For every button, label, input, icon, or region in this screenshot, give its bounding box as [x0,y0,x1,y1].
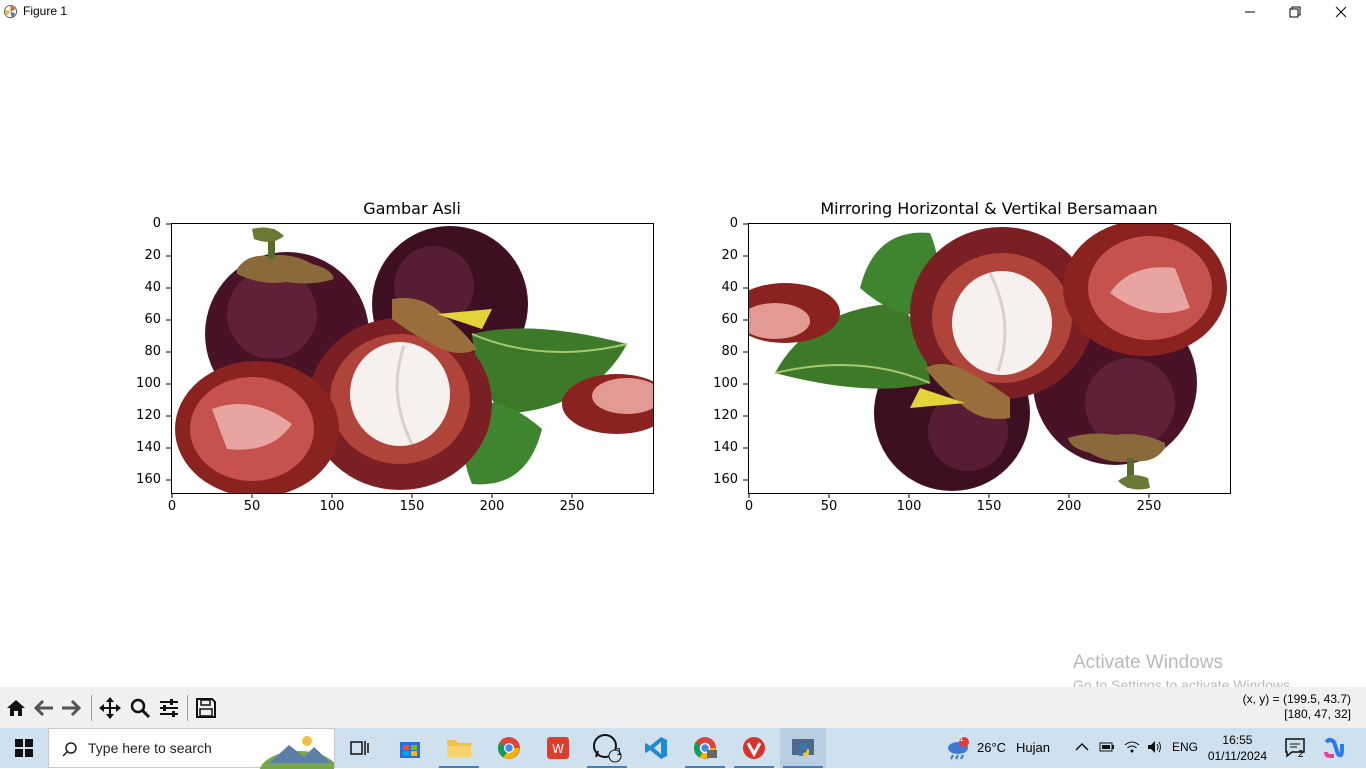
weather-rain-icon [948,737,969,760]
taskbar-file-explorer[interactable] [436,728,482,768]
chevron-up-icon[interactable] [1075,741,1089,753]
toolbar-separator [187,695,188,721]
taskbar-vivaldi[interactable] [731,728,777,768]
cursor-coordinates: (x, y) = (199.5, 43.7) [180, 47, 32] [1243,692,1351,722]
coord-pixel-value: [180, 47, 32] [1284,707,1351,721]
activate-windows-watermark: Activate Windows [1073,652,1223,673]
task-view-button[interactable] [337,728,383,768]
coord-xy: (x, y) = (199.5, 43.7) [1242,692,1351,706]
pan-button[interactable] [97,695,123,721]
notification-count: 2 [1298,749,1304,760]
wps-office-icon: W [547,737,569,759]
zoom-button[interactable] [127,695,153,721]
windows-logo-icon [15,739,33,757]
clock-date: 01/11/2024 [1207,749,1267,763]
taskbar-whatsapp[interactable]: 1 [584,728,630,768]
weather-condition: Hujan [1016,740,1050,755]
home-button[interactable] [3,695,29,721]
taskbar-python-active[interactable] [780,728,826,768]
chrome-profile-icon [694,737,717,759]
start-button[interactable] [0,728,48,768]
taskbar-chrome-profile[interactable] [682,728,728,768]
language-indicator[interactable]: ENG [1172,740,1198,754]
clock-time: 16:55 [1222,733,1253,747]
copilot-icon[interactable] [1322,736,1346,760]
weather-badge: 1 [959,734,964,743]
taskbar-clock[interactable]: 16:55 01/11/2024 [1208,732,1267,764]
search-placeholder: Type here to search [88,740,212,756]
pan-icon [99,697,121,719]
vscode-icon [645,737,667,759]
windows-taskbar: Type here to search W 1 1 26°C Hujan ENG… [0,728,1366,769]
toolbar-separator [91,695,92,721]
search-highlight-illustration-icon [259,736,334,769]
save-icon [196,698,216,718]
home-icon [7,700,25,716]
save-button[interactable] [193,695,219,721]
task-view-icon [350,741,369,755]
volume-icon[interactable] [1147,740,1163,754]
back-icon [33,699,53,717]
microsoft-store-icon [400,742,420,758]
taskbar-microsoft-store[interactable] [387,728,433,768]
configure-icon [160,699,178,717]
svg-text:W: W [552,742,564,756]
forward-button[interactable] [58,695,84,721]
back-button[interactable] [31,695,57,721]
weather-temperature: 26°C [977,740,1007,755]
configure-subplots-button[interactable] [156,695,182,721]
whatsapp-badge: 1 [616,747,623,758]
wifi-icon[interactable] [1124,740,1140,754]
taskbar-vscode[interactable] [633,728,679,768]
matplotlib-toolbar: (x, y) = (199.5, 43.7) [180, 47, 32] [0,687,1366,728]
python-icon [792,739,814,757]
battery-icon[interactable] [1099,741,1115,753]
search-icon [62,742,77,757]
taskbar-chrome[interactable] [486,728,532,768]
zoom-icon [130,698,151,719]
vivaldi-icon [743,737,765,759]
chrome-icon [498,737,520,759]
forward-icon [62,699,82,717]
folder-icon [447,740,471,757]
taskbar-wps-office[interactable]: W [535,728,581,768]
taskbar-search-box[interactable]: Type here to search [48,728,335,769]
